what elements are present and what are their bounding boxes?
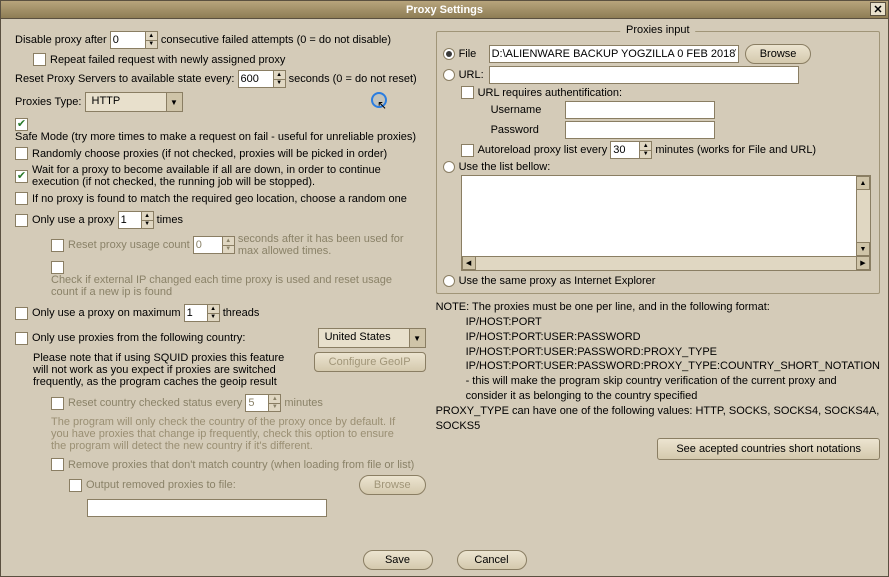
file-path-input[interactable] <box>489 45 739 63</box>
url-auth-label: URL requires authentification: <box>478 87 623 99</box>
left-panel: Disable proxy after ▲▼ consecutive faile… <box>5 23 432 572</box>
only-use-times-checkbox[interactable] <box>15 214 28 227</box>
autoreload-spinner[interactable]: ▲▼ <box>610 141 652 159</box>
only-max-threads-suffix: threads <box>223 307 260 319</box>
safe-mode-checkbox[interactable] <box>15 118 28 131</box>
save-button[interactable]: Save <box>363 550 433 570</box>
repeat-failed-checkbox[interactable] <box>33 53 46 66</box>
remove-nomatch-checkbox[interactable] <box>51 458 64 471</box>
url-radio[interactable] <box>443 69 455 81</box>
reset-every-label: Reset Proxy Servers to available state e… <box>15 73 234 85</box>
titlebar: Proxy Settings ✕ <box>1 1 888 19</box>
check-ip-checkbox[interactable] <box>51 261 64 274</box>
same-ie-radio[interactable] <box>443 275 455 287</box>
only-country-checkbox[interactable] <box>15 332 28 345</box>
cancel-button[interactable]: Cancel <box>457 550 527 570</box>
autoreload-checkbox[interactable] <box>461 144 474 157</box>
password-label: Password <box>491 124 561 136</box>
random-label: Randomly choose proxies (if not checked,… <box>32 148 387 160</box>
chevron-down-icon: ▼ <box>409 329 425 347</box>
same-ie-label: Use the same proxy as Internet Explorer <box>459 275 656 287</box>
reset-usage-checkbox[interactable] <box>51 239 64 252</box>
output-removed-label: Output removed proxies to file: <box>86 479 236 491</box>
only-use-times-suffix: times <box>157 214 183 226</box>
reset-country-suffix: minutes <box>284 397 323 409</box>
only-max-threads-spinner[interactable]: ▲▼ <box>184 304 220 322</box>
disable-after-label: Disable proxy after <box>15 34 107 46</box>
right-panel: Proxies input File Browse URL: URL requi… <box>434 23 884 572</box>
use-list-radio[interactable] <box>443 161 455 173</box>
only-max-threads-checkbox[interactable] <box>15 307 28 320</box>
output-removed-path[interactable] <box>87 499 327 517</box>
chevron-down-icon: ▼ <box>166 93 182 111</box>
disable-after-spinner[interactable]: ▲▼ <box>110 31 158 49</box>
check-ip-label: Check if external IP changed each time p… <box>51 274 411 298</box>
use-list-label: Use the list bellow: <box>459 161 551 173</box>
window-title: Proxy Settings <box>406 4 483 16</box>
scroll-down-icon[interactable]: ▼ <box>856 242 870 256</box>
url-auth-checkbox[interactable] <box>461 86 474 99</box>
proxies-type-label: Proxies Type: <box>15 96 81 108</box>
proxy-settings-window: Proxy Settings ✕ Disable proxy after ▲▼ … <box>0 0 889 577</box>
format-note: NOTE: The proxies must be one per line, … <box>436 300 880 434</box>
username-input[interactable] <box>565 101 715 119</box>
reset-usage-suffix: seconds after it has been used for max a… <box>238 233 408 257</box>
close-icon[interactable]: ✕ <box>870 2 886 16</box>
url-label: URL: <box>459 69 489 81</box>
wait-avail-label: Wait for a proxy to become available if … <box>32 164 422 188</box>
only-max-threads-label: Only use a proxy on maximum <box>32 307 181 319</box>
autoreload-suffix: minutes (works for File and URL) <box>655 144 816 156</box>
wait-avail-checkbox[interactable] <box>15 170 28 183</box>
file-label: File <box>459 48 489 60</box>
country-hint: The program will only check the country … <box>51 416 411 452</box>
reset-every-suffix: seconds (0 = do not reset) <box>289 73 417 85</box>
reset-country-spinner[interactable]: ▲▼ <box>245 394 281 412</box>
password-input[interactable] <box>565 121 715 139</box>
safe-mode-label: Safe Mode (try more times to make a requ… <box>15 131 416 143</box>
squid-note: Please note that if using SQUID proxies … <box>33 352 293 388</box>
proxies-type-combo[interactable]: HTTP ▼ <box>85 92 183 112</box>
autoreload-label: Autoreload proxy list every <box>478 144 608 156</box>
country-combo[interactable]: United States ▼ <box>318 328 426 348</box>
reset-country-checkbox[interactable] <box>51 397 64 410</box>
only-country-label: Only use proxies from the following coun… <box>32 332 245 344</box>
username-label: Username <box>491 104 561 116</box>
proxies-input-title: Proxies input <box>620 24 696 36</box>
random-checkbox[interactable] <box>15 147 28 160</box>
no-geo-label: If no proxy is found to match the requir… <box>32 193 407 205</box>
configure-geoip-button[interactable]: Configure GeoIP <box>314 352 426 372</box>
disable-after-suffix: consecutive failed attempts (0 = do not … <box>161 34 391 46</box>
browse-file-button[interactable]: Browse <box>745 44 812 64</box>
url-input[interactable] <box>489 66 799 84</box>
reset-usage-spinner[interactable]: ▲▼ <box>193 236 235 254</box>
remove-nomatch-label: Remove proxies that don't match country … <box>68 459 414 471</box>
repeat-failed-label: Repeat failed request with newly assigne… <box>50 54 285 66</box>
proxy-list-textarea[interactable]: ▲ ▼ ◀ ▶ <box>461 175 871 271</box>
reset-every-spinner[interactable]: ▲▼ <box>238 70 286 88</box>
no-geo-checkbox[interactable] <box>15 192 28 205</box>
browse-removed-button[interactable]: Browse <box>359 475 426 495</box>
scroll-up-icon[interactable]: ▲ <box>856 176 870 190</box>
scroll-right-icon[interactable]: ▶ <box>856 256 870 270</box>
reset-country-label: Reset country checked status every <box>68 397 242 409</box>
reset-usage-label: Reset proxy usage count <box>68 239 190 251</box>
proxies-input-group: Proxies input File Browse URL: URL requi… <box>436 31 880 294</box>
output-removed-checkbox[interactable] <box>69 479 82 492</box>
only-use-times-label: Only use a proxy <box>32 214 115 226</box>
see-notations-button[interactable]: See acepted countries short notations <box>657 438 880 460</box>
scroll-left-icon[interactable]: ◀ <box>462 256 476 270</box>
file-radio[interactable] <box>443 48 455 60</box>
only-use-times-spinner[interactable]: ▲▼ <box>118 211 154 229</box>
